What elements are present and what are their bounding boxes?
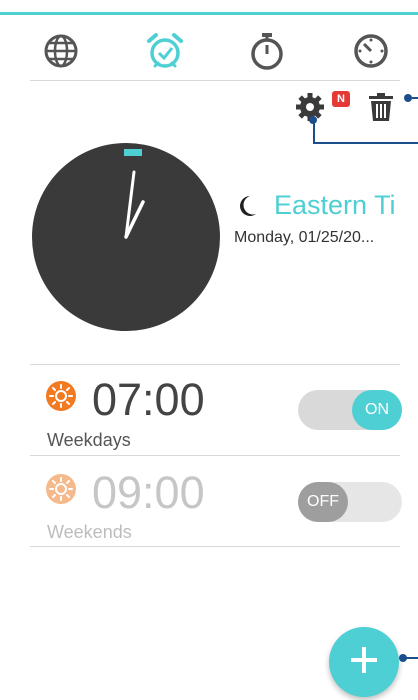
alarm-label: Weekends [47,522,132,542]
delete-button[interactable] [364,92,398,126]
tab-bar [30,28,400,78]
clock-marker [124,149,142,156]
alarm-time: 07:00 [92,374,205,425]
timer-icon [353,33,389,74]
stopwatch-icon [249,32,285,75]
plus-icon [348,644,380,681]
trash-icon [367,92,395,127]
tab-divider [30,80,400,81]
alarm-label: Weekdays [47,430,131,450]
alarm-toggle-off[interactable]: OFF [298,482,402,522]
divider-2 [30,455,400,456]
divider-1 [30,364,400,365]
tab-timer[interactable] [346,28,396,78]
callout-dot-settings [309,116,317,124]
sun-icon [46,474,76,509]
status-bar-accent [0,0,418,15]
toggle-knob: ON [352,390,402,430]
timezone-row: Eastern Ti [236,190,418,224]
alarm-clock-icon [146,32,184,75]
toggle-knob: OFF [298,482,348,522]
alarm-toggle-on[interactable]: ON [298,390,402,430]
add-alarm-button[interactable] [329,627,399,697]
new-badge: N [332,91,350,107]
tab-alarm[interactable] [140,28,190,78]
callout-line-delete [412,97,418,99]
callout-dot-delete [404,94,412,102]
tab-world-clock[interactable] [36,28,86,78]
timezone-name: Eastern Ti [274,190,396,220]
analog-clock [31,141,221,338]
callout-dot-fab [399,654,407,662]
alarm-time: 09:00 [92,467,205,518]
timezone-date: Monday, 01/25/20... [234,229,375,246]
tab-stopwatch[interactable] [242,28,292,78]
sun-icon [46,381,76,416]
divider-3 [30,546,400,547]
moon-icon [236,194,258,223]
globe-icon [44,34,78,73]
callout-line-settings-h [313,142,418,144]
